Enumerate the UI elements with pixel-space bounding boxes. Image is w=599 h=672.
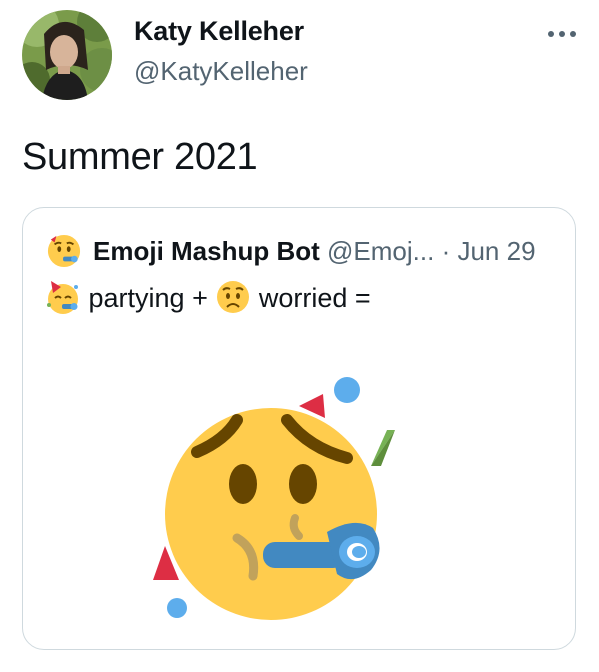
more-horizontal-icon[interactable] <box>545 26 579 42</box>
quoted-author-name[interactable]: Emoji Mashup Bot <box>93 236 320 266</box>
quoted-tweet-card[interactable]: Emoji Mashup Bot @Emoj... · Jun 29 party… <box>22 207 576 650</box>
quoted-text-part2: worried = <box>258 283 371 313</box>
quoted-text-part1: partying + <box>88 283 208 313</box>
avatar-photo <box>22 10 112 100</box>
author-name[interactable]: Katy Kelleher <box>134 16 304 47</box>
quoted-tweet-date[interactable]: Jun 29 <box>457 236 535 266</box>
author-handle[interactable]: @KatyKelleher <box>134 56 308 87</box>
quoted-tweet-header: Emoji Mashup Bot @Emoj... · Jun 29 <box>93 234 536 268</box>
quoted-author-avatar[interactable] <box>47 234 81 268</box>
tweet-text: Summer 2021 <box>22 136 258 178</box>
author-avatar[interactable] <box>22 10 112 100</box>
quoted-author-handle[interactable]: @Emoj... <box>327 236 434 266</box>
mashup-emoji-image[interactable] <box>141 366 421 626</box>
worried-face-icon <box>215 279 251 315</box>
quoted-tweet-text: partying + worried = <box>45 278 371 318</box>
partying-face-icon <box>45 279 81 315</box>
header-separator: · <box>441 236 451 266</box>
